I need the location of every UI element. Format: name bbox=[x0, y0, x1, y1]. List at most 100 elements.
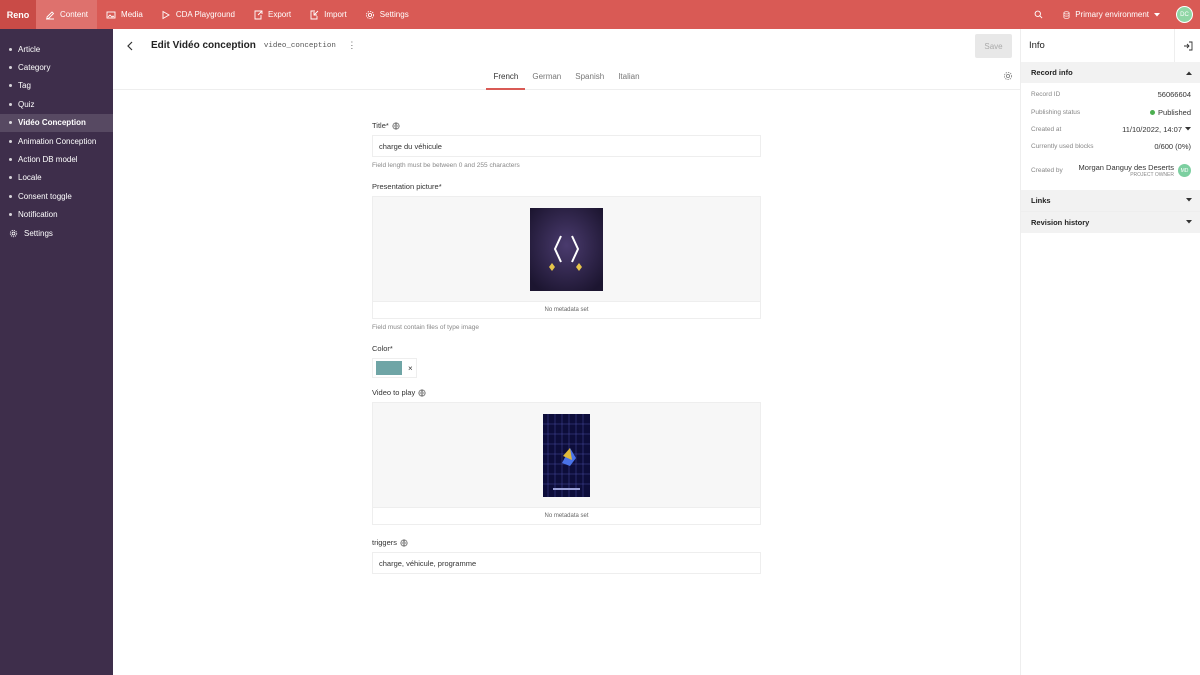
title-input[interactable]: charge du véhicule bbox=[372, 135, 761, 157]
nav-media[interactable]: Media bbox=[97, 0, 152, 29]
nav-content[interactable]: Content bbox=[36, 0, 98, 29]
search-icon bbox=[1034, 10, 1043, 19]
user-avatar[interactable]: DC bbox=[1176, 6, 1193, 23]
database-icon bbox=[1063, 10, 1070, 19]
gear-icon[interactable] bbox=[1003, 71, 1013, 81]
status-dot-icon bbox=[1150, 109, 1156, 115]
nav-settings[interactable]: Settings bbox=[356, 0, 418, 29]
sidebar-item-quiz[interactable]: Quiz bbox=[0, 95, 113, 113]
nav-cda-label: CDA Playground bbox=[175, 10, 235, 19]
brand-logo[interactable]: Reno bbox=[0, 0, 36, 29]
picture-metadata[interactable]: No metadata set bbox=[373, 301, 760, 318]
triggers-field-label: triggers bbox=[372, 538, 761, 547]
record-info-label: Record info bbox=[1031, 68, 1073, 77]
nav-export-label: Export bbox=[267, 10, 292, 19]
environment-label: Primary environment bbox=[1075, 10, 1149, 19]
creator: Morgan Danguy des Deserts PROJECT OWNER … bbox=[1079, 163, 1191, 178]
bullet-icon bbox=[9, 102, 12, 106]
sidebar-item-tag[interactable]: Tag bbox=[0, 77, 113, 95]
used-blocks-key: Currently used blocks bbox=[1031, 143, 1094, 151]
links-toggle[interactable]: Links bbox=[1021, 189, 1200, 211]
nav-import-label: Import bbox=[324, 10, 347, 19]
sidebar-item-locale[interactable]: Locale bbox=[0, 169, 113, 187]
publishing-status-text: Published bbox=[1158, 107, 1191, 117]
sidebar-item-label: Settings bbox=[24, 228, 53, 238]
tab-french[interactable]: French bbox=[486, 62, 526, 90]
created-at-value[interactable]: 11/10/2022, 14:07 bbox=[1122, 125, 1191, 134]
sidebar-item-consent-toggle[interactable]: Consent toggle bbox=[0, 187, 113, 205]
more-options-icon[interactable]: ⋮ bbox=[347, 40, 356, 51]
nav-cda-playground[interactable]: CDA Playground bbox=[152, 0, 244, 29]
creator-role: PROJECT OWNER bbox=[1130, 172, 1174, 179]
title-field-label: Title* bbox=[372, 121, 761, 130]
presentation-picture-thumbnail[interactable] bbox=[530, 207, 603, 291]
import-icon bbox=[310, 10, 319, 19]
sidebar-item-label: Article bbox=[18, 44, 41, 54]
chevron-up-icon bbox=[1186, 71, 1192, 75]
model-api-key: video_conception bbox=[263, 41, 336, 50]
sidebar-item-article[interactable]: Article bbox=[0, 40, 113, 58]
record-id-row: Record ID 56066604 bbox=[1031, 86, 1191, 103]
sidebar-item-label: Consent toggle bbox=[18, 191, 72, 201]
sidebar-item-settings[interactable]: Settings bbox=[0, 224, 113, 242]
picture-hint: Field must contain files of type image bbox=[372, 324, 479, 331]
created-at-row: Created at 11/10/2022, 14:07 bbox=[1031, 121, 1191, 138]
color-field: × bbox=[372, 358, 761, 378]
sidebar-item-label: Vidéo Conception bbox=[18, 118, 86, 128]
publishing-status-key: Publishing status bbox=[1031, 108, 1081, 116]
sidebar-item-action-db-model[interactable]: Action DB model bbox=[0, 150, 113, 168]
bullet-icon bbox=[9, 213, 12, 217]
record-info-toggle[interactable]: Record info bbox=[1021, 62, 1200, 83]
sidebar-item-label: Notification bbox=[18, 210, 58, 220]
revision-history-toggle[interactable]: Revision history bbox=[1021, 211, 1200, 233]
tab-spanish[interactable]: Spanish bbox=[568, 62, 611, 90]
top-navigation-bar: Reno Content Media CDA Playground Export… bbox=[0, 0, 1200, 29]
revision-history-label: Revision history bbox=[1031, 217, 1090, 227]
collapse-panel-button[interactable] bbox=[1174, 29, 1200, 62]
bullet-icon bbox=[9, 194, 12, 198]
nav-export[interactable]: Export bbox=[244, 0, 300, 29]
nav-content-label: Content bbox=[60, 10, 89, 19]
chevron-down-icon bbox=[1154, 12, 1160, 16]
title-label-text: Title* bbox=[372, 121, 389, 130]
color-swatch[interactable] bbox=[376, 361, 402, 375]
color-picker[interactable]: × bbox=[372, 358, 417, 378]
clear-color-icon[interactable]: × bbox=[408, 364, 413, 373]
sidebar-item-label: Category bbox=[18, 63, 51, 73]
environment-selector[interactable]: Primary environment bbox=[1051, 10, 1172, 19]
title-hint: Field length must be between 0 and 255 c… bbox=[372, 162, 520, 169]
video-field-label: Video to play bbox=[372, 388, 761, 397]
sidebar-item-video-conception[interactable]: Vidéo Conception bbox=[0, 113, 113, 132]
export-icon bbox=[254, 10, 263, 19]
nav-import[interactable]: Import bbox=[300, 0, 356, 29]
editor-header: Edit Vidéo conception video_conception ⋮… bbox=[113, 29, 1020, 62]
video-thumbnail[interactable] bbox=[543, 413, 590, 497]
sidebar: Article Category Tag Quiz Vidéo Concepti… bbox=[0, 29, 113, 675]
sidebar-item-animation-conception[interactable]: Animation Conception bbox=[0, 132, 113, 150]
bullet-icon bbox=[9, 158, 12, 162]
links-label: Links bbox=[1031, 195, 1051, 205]
sidebar-item-label: Locale bbox=[18, 173, 42, 183]
triggers-label-text: triggers bbox=[372, 538, 398, 547]
save-button[interactable]: Save bbox=[975, 34, 1012, 58]
triggers-input[interactable]: charge, véhicule, programme bbox=[372, 552, 761, 574]
picture-label-text: Presentation picture* bbox=[372, 182, 442, 191]
back-button[interactable] bbox=[123, 40, 135, 52]
chevron-left-icon bbox=[126, 41, 132, 50]
chevron-down-icon bbox=[1186, 220, 1192, 224]
video-upload-box: No metadata set bbox=[372, 402, 761, 525]
search-button[interactable] bbox=[1025, 0, 1051, 29]
tab-german[interactable]: German bbox=[525, 62, 568, 90]
sidebar-item-label: Quiz bbox=[18, 99, 35, 109]
bullet-icon bbox=[9, 84, 12, 88]
bullet-icon bbox=[9, 66, 12, 70]
sidebar-item-category[interactable]: Category bbox=[0, 58, 113, 76]
sidebar-item-notification[interactable]: Notification bbox=[0, 206, 113, 224]
page-title: Edit Vidéo conception bbox=[151, 40, 256, 51]
info-panel: Info Record info Record ID 56066604 Publ… bbox=[1020, 29, 1200, 675]
tab-italian[interactable]: Italian bbox=[611, 62, 646, 90]
nav-media-label: Media bbox=[121, 10, 143, 19]
used-blocks-row: Currently used blocks 0/600 (0%) bbox=[1031, 138, 1191, 155]
video-label-text: Video to play bbox=[372, 388, 416, 397]
video-metadata[interactable]: No metadata set bbox=[373, 507, 760, 524]
